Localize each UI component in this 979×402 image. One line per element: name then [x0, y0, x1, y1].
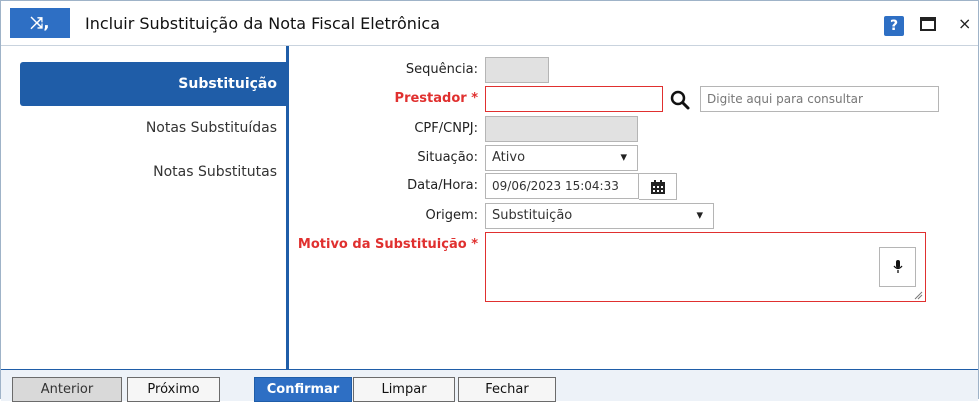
maximize-icon[interactable] [920, 17, 936, 31]
origem-label: Origem: [425, 208, 478, 223]
motivo-textarea[interactable] [485, 232, 926, 302]
close-button[interactable]: × [958, 14, 971, 33]
prestador-label: Prestador * [394, 91, 478, 106]
cpf-cnpj-field [485, 116, 638, 142]
limpar-button[interactable]: Limpar [353, 377, 455, 402]
anterior-button[interactable]: Anterior [12, 377, 122, 402]
search-icon[interactable] [669, 89, 691, 111]
prestador-input[interactable] [485, 86, 663, 112]
calendar-icon [650, 179, 665, 194]
shuffle-icon: ⤨, [10, 8, 70, 38]
cpf-cnpj-label: CPF/CNPJ: [414, 121, 478, 136]
origem-value: Substituição [492, 208, 573, 223]
prestador-search-input[interactable]: Digite aqui para consultar [700, 86, 939, 112]
calendar-button[interactable] [639, 173, 677, 200]
search-placeholder: Digite aqui para consultar [707, 92, 863, 106]
data-hora-label: Data/Hora: [407, 178, 478, 193]
footer-toolbar: Anterior Próximo Confirmar Limpar Fechar [1, 369, 978, 402]
fechar-button[interactable]: Fechar [458, 377, 556, 402]
resize-handle-icon[interactable] [913, 290, 923, 300]
microphone-button[interactable] [879, 247, 916, 287]
microphone-icon [892, 260, 903, 273]
motivo-label: Motivo da Substituição * [297, 237, 478, 252]
proximo-button[interactable]: Próximo [127, 377, 220, 402]
situacao-select[interactable]: Ativo ▾ [485, 145, 638, 171]
origem-select[interactable]: Substituição ▾ [485, 203, 714, 229]
sequencia-label: Sequência: [405, 62, 478, 77]
dialog-window: ⤨, Incluir Substituição da Nota Fiscal E… [0, 0, 979, 402]
situacao-value: Ativo [492, 150, 526, 165]
confirmar-button[interactable]: Confirmar [254, 377, 352, 402]
data-hora-input[interactable]: 09/06/2023 15:04:33 [485, 173, 639, 199]
situacao-label: Situação: [417, 150, 478, 165]
sequencia-field [485, 57, 549, 83]
chevron-down-icon: ▾ [620, 150, 627, 165]
title-bar: ⤨, Incluir Substituição da Nota Fiscal E… [1, 1, 978, 46]
chevron-down-icon: ▾ [696, 208, 703, 223]
help-button[interactable]: ? [884, 16, 904, 36]
window-title: Incluir Substituição da Nota Fiscal Elet… [85, 14, 440, 33]
